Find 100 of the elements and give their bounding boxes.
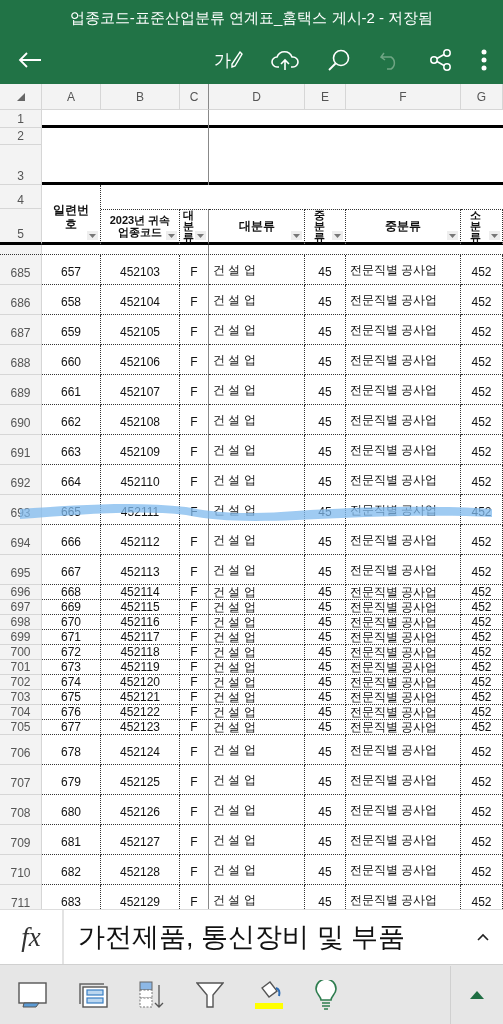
- table-cell: F: [180, 645, 209, 660]
- row-number[interactable]: 711: [0, 885, 42, 909]
- table-cell: 452104: [101, 285, 180, 315]
- column-header: 대분류: [182, 209, 194, 243]
- filter-dropdown-button[interactable]: [291, 231, 302, 240]
- row-number[interactable]: 698: [0, 615, 42, 630]
- pen-icon: [231, 50, 243, 70]
- select-all-icon[interactable]: [16, 92, 25, 101]
- column-letter[interactable]: A: [42, 84, 101, 110]
- row-number[interactable]: 696: [0, 585, 42, 600]
- row-number[interactable]: 687: [0, 315, 42, 345]
- row-number[interactable]: 709: [0, 825, 42, 855]
- row-number[interactable]: 692: [0, 465, 42, 495]
- row-number[interactable]: 694: [0, 525, 42, 555]
- column-letter[interactable]: E: [305, 84, 346, 110]
- table-cell: 452: [461, 825, 503, 855]
- table-cell: 668: [42, 585, 101, 600]
- table-cell: 666: [42, 525, 101, 555]
- freeze-panes-button[interactable]: [78, 982, 108, 1008]
- column-letter[interactable]: F: [346, 84, 461, 110]
- table-cell: 건 설 업: [209, 285, 305, 315]
- row-number[interactable]: 697: [0, 600, 42, 615]
- table-cell: F: [180, 285, 209, 315]
- row-number[interactable]: 699: [0, 630, 42, 645]
- row-number[interactable]: 691: [0, 435, 42, 465]
- table-cell: 45: [305, 660, 346, 675]
- filter-dropdown-button[interactable]: [195, 231, 206, 240]
- table-cell: 45: [305, 825, 346, 855]
- table-cell: 전문직별 공사업: [346, 660, 461, 675]
- table-cell: 452: [461, 675, 503, 690]
- filter-icon[interactable]: [196, 981, 224, 1009]
- table-cell: 452117: [101, 630, 180, 645]
- table-cell: 452: [461, 315, 503, 345]
- table-cell: 건 설 업: [209, 600, 305, 615]
- table-cell: 전문직별 공사업: [346, 615, 461, 630]
- table-cell: 452108: [101, 405, 180, 435]
- table-cell: 전문직별 공사업: [346, 525, 461, 555]
- table-cell: 45: [305, 855, 346, 885]
- row-number[interactable]: 1: [0, 110, 42, 128]
- table-cell: 452: [461, 705, 503, 720]
- table-cell: 건 설 업: [209, 690, 305, 705]
- table-cell: 452106: [101, 345, 180, 375]
- table-cell: 전문직별 공사업: [346, 435, 461, 465]
- row-number[interactable]: 689: [0, 375, 42, 405]
- filter-dropdown-button[interactable]: [166, 231, 177, 240]
- lightbulb-icon[interactable]: [314, 980, 338, 1010]
- row-number[interactable]: 708: [0, 795, 42, 825]
- table-cell: 681: [42, 825, 101, 855]
- table-cell: 452: [461, 615, 503, 630]
- table-cell: 682: [42, 855, 101, 885]
- table-cell: 452107: [101, 375, 180, 405]
- table-cell: 452: [461, 855, 503, 885]
- table-cell: 건 설 업: [209, 375, 305, 405]
- table-cell: 전문직별 공사업: [346, 735, 461, 765]
- table-cell: 전문직별 공사업: [346, 315, 461, 345]
- filter-dropdown-button[interactable]: [87, 231, 98, 240]
- row-number[interactable]: 686: [0, 285, 42, 315]
- row-number[interactable]: 3: [0, 145, 42, 185]
- row-number[interactable]: 688: [0, 345, 42, 375]
- column-letter[interactable]: C: [180, 84, 209, 110]
- row-number[interactable]: 706: [0, 735, 42, 765]
- more-icon: [481, 49, 487, 71]
- table-cell: 660: [42, 345, 101, 375]
- row-number[interactable]: 4: [0, 185, 42, 209]
- table-cell: 45: [305, 465, 346, 495]
- column-letter[interactable]: G: [461, 84, 503, 110]
- column-letter[interactable]: D: [209, 84, 305, 110]
- draw-button[interactable]: 가: [210, 44, 247, 76]
- row-number[interactable]: 710: [0, 855, 42, 885]
- row-number[interactable]: 707: [0, 765, 42, 795]
- filter-dropdown-button[interactable]: [489, 231, 500, 240]
- table-cell: 45: [305, 615, 346, 630]
- table-cell: 45: [305, 735, 346, 765]
- sort-button[interactable]: [138, 981, 166, 1009]
- table-cell: 전문직별 공사업: [346, 285, 461, 315]
- column-header: 중분류: [313, 209, 325, 243]
- row-number[interactable]: 5: [0, 209, 42, 245]
- row-number[interactable]: 2: [0, 128, 42, 145]
- comment-button[interactable]: [18, 982, 48, 1008]
- table-cell: F: [180, 255, 209, 285]
- filter-dropdown-button[interactable]: [332, 231, 343, 240]
- table-cell: 669: [42, 600, 101, 615]
- row-number[interactable]: 704: [0, 705, 42, 720]
- column-letter[interactable]: B: [101, 84, 180, 110]
- row-number[interactable]: 700: [0, 645, 42, 660]
- formula-bar-value[interactable]: 가전제품, 통신장비 및 부품: [64, 910, 463, 964]
- table-cell: 45: [305, 645, 346, 660]
- table-cell: 452: [461, 435, 503, 465]
- row-number[interactable]: 685: [0, 255, 42, 285]
- row-number[interactable]: 705: [0, 720, 42, 735]
- row-number[interactable]: 695: [0, 555, 42, 585]
- row-number[interactable]: 702: [0, 675, 42, 690]
- row-number[interactable]: 690: [0, 405, 42, 435]
- table-cell: 건 설 업: [209, 705, 305, 720]
- fill-color-button[interactable]: [254, 980, 284, 1010]
- table-cell: 452118: [101, 645, 180, 660]
- row-number[interactable]: 703: [0, 690, 42, 705]
- row-number[interactable]: 701: [0, 660, 42, 675]
- table-cell: 건 설 업: [209, 345, 305, 375]
- filter-dropdown-button[interactable]: [447, 231, 458, 240]
